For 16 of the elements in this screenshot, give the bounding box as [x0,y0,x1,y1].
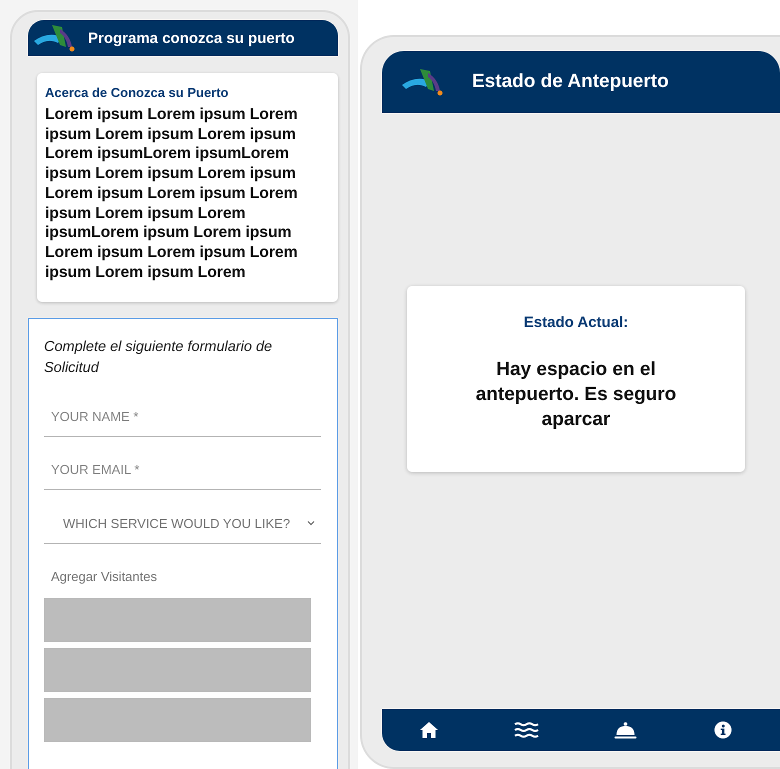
card-text: Lorem ipsum Lorem ipsum Lorem ipsum Lorem ipsum Lorem ipsum Lorem ipsumLorem ipsumLorem ipsum Lorem ipsum Lorem ipsum Lorem ipsum Lorem ipsum Lorem ipsum Lorem ipsum Lorem ipsumLorem ipsum Lorem ipsum Lorem ipsum Lorem ipsum Lorem ipsum Lorem ipsum Lorem [45,105,299,282]
info-icon[interactable] [712,721,733,739]
status-message: Hay espacio en el antepuerto. Es seguro aparcar [474,358,678,432]
waves-icon[interactable] [514,721,539,739]
visitors-label: Agregar Visitantes [50,568,158,586]
form-instructions: Complete el siguiente formulario de Solicitud [44,338,274,378]
status-label: Estado Actual: [524,314,628,331]
header-title: Estado de Antepuerto [472,71,669,93]
header-title: Programa conozca su puerto [88,30,295,46]
service-dropdown[interactable]: WHICH SERVICE WOULD YOU LIKE? [44,503,321,544]
home-icon[interactable] [419,721,440,739]
caret-icon [307,520,315,526]
card-title: Acerca de Conozca su Puerto [45,85,230,100]
service-bell-icon[interactable] [613,721,638,739]
input-field[interactable]: YOUR NAME * [44,397,321,438]
input-field[interactable]: YOUR EMAIL * [44,450,321,490]
